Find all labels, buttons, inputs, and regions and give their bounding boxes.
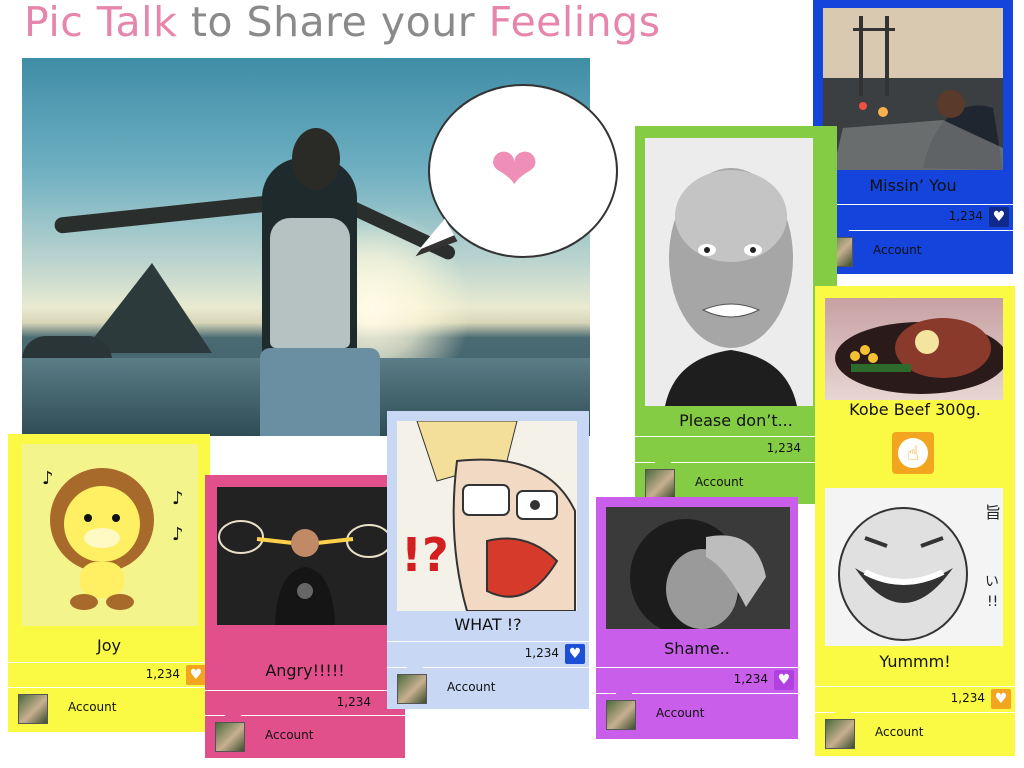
svg-text:♪: ♪: [172, 524, 184, 545]
page-title: Pic Talk to Share your Feelings: [24, 0, 661, 46]
card-caption: Joy: [97, 636, 121, 655]
svg-text:!!: !!: [987, 594, 998, 610]
card-photo: 旨 い !!: [825, 488, 1003, 646]
account-link[interactable]: Account: [875, 725, 923, 739]
title-part-pic-talk: Pic Talk: [24, 0, 178, 46]
svg-text:♪: ♪: [172, 488, 184, 509]
avatar[interactable]: [215, 722, 245, 752]
avatar[interactable]: [645, 469, 675, 499]
account-link[interactable]: Account: [447, 680, 495, 694]
avatar[interactable]: [606, 700, 636, 730]
like-count: 1,234: [336, 695, 371, 709]
account-link[interactable]: Account: [656, 706, 704, 720]
card-caption: Yummm!: [879, 652, 951, 671]
avatar[interactable]: [825, 719, 855, 749]
title-part-feelings: Feelings: [488, 0, 661, 46]
card-photo: ♪ ♪ ♪: [22, 444, 198, 626]
account-link[interactable]: Account: [265, 728, 313, 742]
svg-text:♪: ♪: [42, 468, 54, 489]
card-photo-steak: [825, 298, 1003, 400]
account-row[interactable]: Account: [596, 684, 798, 734]
account-link[interactable]: Account: [873, 243, 921, 257]
account-row[interactable]: Account: [813, 221, 1013, 271]
like-heart-icon[interactable]: ♥: [186, 665, 206, 685]
like-count: 1,234: [948, 209, 983, 223]
card-please-dont[interactable]: Please don’t... 1,234 Account: [635, 126, 837, 504]
card-photo: [645, 138, 813, 406]
card-caption: Angry!!!!!: [265, 661, 345, 680]
like-row: 1,234 ♥: [8, 662, 210, 688]
like-count: 1,234: [766, 441, 801, 455]
card-caption: Missin’ You: [869, 176, 957, 195]
account-row[interactable]: Account: [205, 706, 405, 756]
account-row[interactable]: Account: [387, 658, 589, 708]
card-angry[interactable]: Angry!!!!! 1,234 Account: [205, 475, 405, 758]
like-heart-icon[interactable]: ♥: [991, 689, 1011, 709]
title-part-middle: to Share your: [177, 0, 489, 46]
account-link[interactable]: Account: [68, 700, 116, 714]
like-count: 1,234: [524, 646, 559, 660]
card-shame[interactable]: Shame.. 1,234 ♥ Account: [596, 497, 798, 739]
avatar[interactable]: [18, 694, 48, 724]
card-kobe-beef[interactable]: Kobe Beef 300g. ☝ 旨 い !! Yummm! 1,234 ♥ …: [815, 286, 1015, 756]
like-heart-icon[interactable]: ♥: [565, 644, 585, 664]
card-caption-top: Kobe Beef 300g.: [849, 400, 981, 419]
like-heart-icon[interactable]: ♥: [774, 670, 794, 690]
like-heart-icon[interactable]: ♥: [989, 207, 1009, 227]
card-photo: [217, 487, 393, 625]
svg-text:い: い: [985, 574, 999, 590]
like-count: 1,234: [145, 667, 180, 681]
card-caption: Shame..: [664, 639, 730, 658]
avatar[interactable]: [397, 674, 427, 704]
account-row[interactable]: Account: [815, 703, 1015, 753]
like-count: 1,234: [733, 672, 768, 686]
card-joy[interactable]: ♪ ♪ ♪ Joy 1,234 ♥ Account: [8, 434, 210, 732]
card-photo: [823, 8, 1003, 170]
card-caption: Please don’t...: [679, 411, 793, 430]
account-row[interactable]: Account: [8, 688, 210, 728]
card-what[interactable]: !? WHAT !? 1,234 ♥ Account: [387, 411, 589, 709]
heart-icon: ❤: [490, 135, 539, 203]
account-link[interactable]: Account: [695, 475, 743, 489]
pointing-hand-icon[interactable]: ☝: [892, 432, 934, 474]
svg-text:旨: 旨: [985, 503, 1001, 522]
card-photo: [606, 507, 790, 629]
card-missin-you[interactable]: Missin’ You 1,234 ♥ Account: [813, 0, 1013, 274]
card-caption: WHAT !?: [454, 615, 522, 634]
like-count: 1,234: [950, 691, 985, 705]
card-photo: !?: [397, 421, 577, 611]
svg-text:!?: !?: [401, 528, 449, 582]
